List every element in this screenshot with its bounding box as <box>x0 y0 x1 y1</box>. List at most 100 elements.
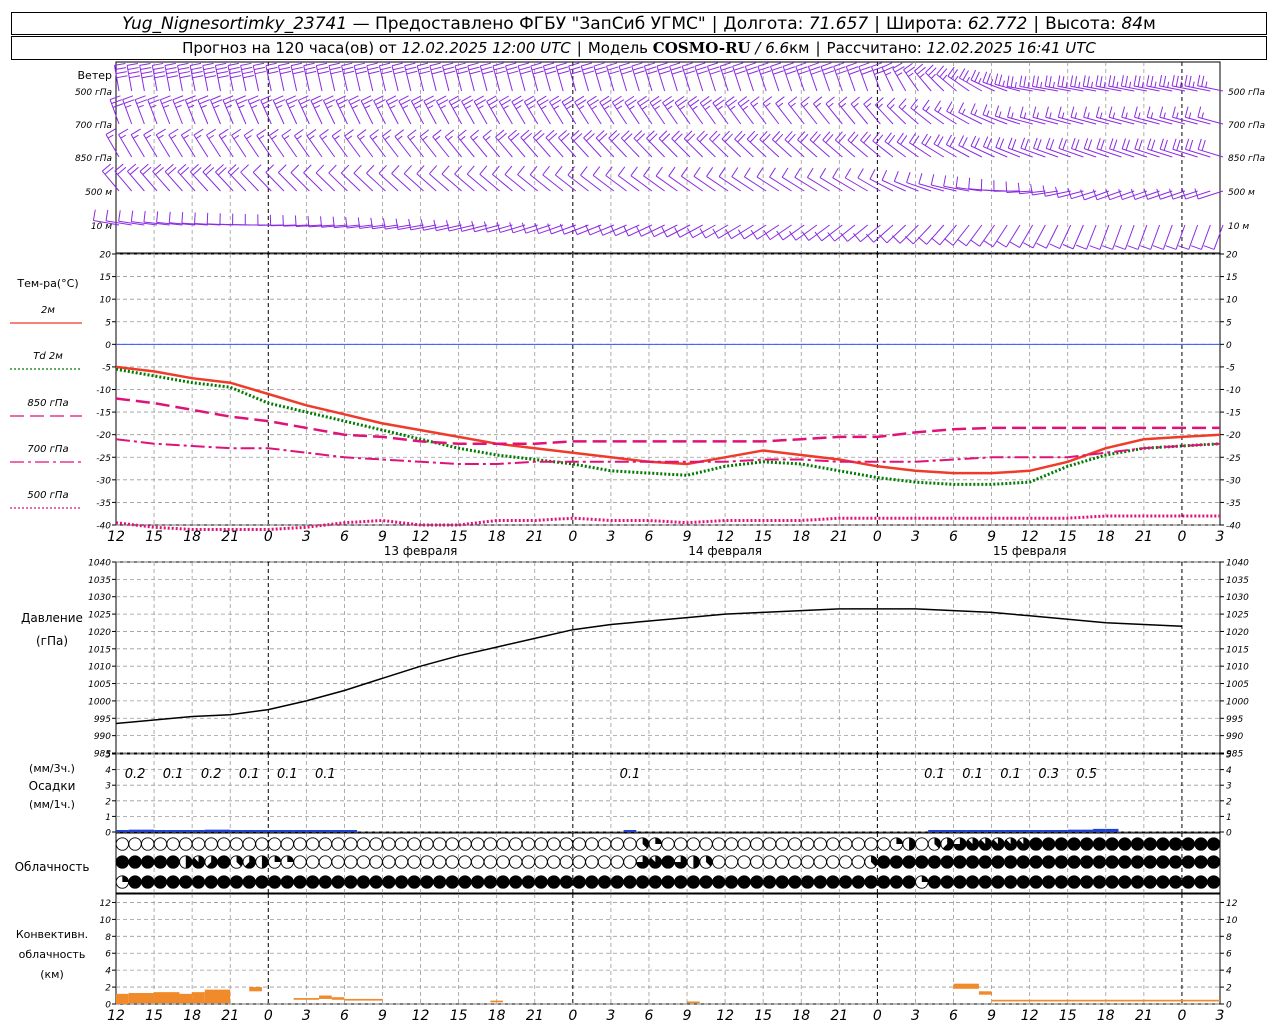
wind-barb <box>1152 224 1173 250</box>
wind-barb-flag <box>551 99 562 106</box>
wind-barb <box>1076 224 1097 250</box>
cloud-circle <box>1092 837 1107 851</box>
wind-barb-flag <box>986 73 991 84</box>
wind-barb-flag <box>425 99 436 106</box>
cloud-symbol <box>420 837 434 851</box>
wind-barb-flag <box>599 95 610 103</box>
cloud-symbol <box>369 875 383 889</box>
wind-barb-staff <box>872 140 894 158</box>
wind-barb-flag <box>303 62 315 67</box>
wind-barb-staff <box>344 135 361 158</box>
wind-barb <box>618 62 633 92</box>
wind-barb-flag <box>644 62 656 67</box>
wind-barb-flag <box>258 135 265 140</box>
wind-barb-flag <box>1163 75 1167 87</box>
wind-barb-flag <box>656 62 668 67</box>
cloud-symbol <box>547 837 561 851</box>
x-tick-label: 21 <box>526 529 544 545</box>
cloud-symbol <box>991 837 1005 851</box>
convective-bar <box>319 995 332 999</box>
wind-barb-flag <box>545 70 557 75</box>
precip-bar <box>128 829 142 832</box>
wind-barb-flag <box>747 70 759 75</box>
wind-barb-staff <box>881 67 894 92</box>
wind-barb-flag <box>543 62 555 67</box>
wind-barb-flag <box>278 164 287 173</box>
precip-bar <box>293 830 307 832</box>
cloud-symbol <box>826 837 840 851</box>
convective-bar <box>192 992 205 1004</box>
wind-barb-flag <box>866 103 872 108</box>
wind-barb-flag <box>756 167 764 178</box>
wind-barb-flag <box>759 66 770 71</box>
wind-barb-flag <box>883 66 895 72</box>
wind-barb <box>482 129 501 158</box>
wind-barb-flag <box>937 136 944 147</box>
legend-label: 850 гПа <box>27 398 68 409</box>
wind-barb-flag <box>945 134 952 145</box>
wind-barb-flag <box>998 111 1002 118</box>
wind-barb-flag <box>918 173 923 184</box>
wind-barb-flag <box>733 66 745 71</box>
wind-barb <box>479 62 494 92</box>
wind-barb-flag <box>493 66 505 71</box>
wind-barb-flag <box>961 108 966 115</box>
wind-barb-staff <box>444 136 463 158</box>
wind-barb-flag <box>168 211 171 223</box>
wind-barb-flag <box>1133 75 1137 87</box>
cloud-circle <box>471 837 485 851</box>
cloud-circle <box>597 875 612 889</box>
cloud-circle <box>1181 837 1195 851</box>
wind-barb-staff <box>114 170 133 192</box>
wind-barb-staff <box>1184 85 1211 92</box>
wind-barb-flag <box>593 62 605 67</box>
wind-barb-flag <box>1137 75 1141 87</box>
wind-barb <box>833 62 847 92</box>
wind-barb <box>348 95 361 125</box>
wind-barb <box>599 95 615 125</box>
y-tick-label: -30 <box>1226 476 1241 486</box>
wind-barb-flag <box>536 95 547 103</box>
wind-barb-staff <box>1032 85 1059 92</box>
wind-barb-flag <box>670 66 682 71</box>
cloud-circle <box>509 837 523 851</box>
wind-barb-flag <box>1005 181 1008 193</box>
cloud-symbol <box>648 875 662 889</box>
wind-barb-flag <box>130 210 134 222</box>
wind-barb-flag <box>825 96 835 105</box>
cloud-circle <box>712 837 726 851</box>
panel-label-precip: Осадки <box>29 779 76 793</box>
cloud-symbol <box>1067 875 1081 889</box>
wind-barb-flag <box>191 71 203 75</box>
wind-barb <box>947 66 970 92</box>
x-tick-label: 21 <box>1135 1008 1153 1024</box>
cloud-symbol <box>1029 875 1043 889</box>
wind-barb-flag <box>368 70 380 75</box>
cloud-symbol <box>1168 855 1183 869</box>
cloud-circle <box>737 837 751 851</box>
wind-barb-flag <box>1150 112 1154 119</box>
wind-barb-staff <box>385 100 399 125</box>
wind-barb-flag <box>671 70 683 75</box>
cloud-symbol <box>737 875 751 889</box>
wind-barb-staff <box>910 107 932 125</box>
wind-barb-flag <box>707 62 719 67</box>
cloud-circle <box>686 837 701 851</box>
wind-barb-staff <box>1032 116 1059 125</box>
x-tick-label: 6 <box>340 529 349 545</box>
wind-barb-staff <box>1134 148 1160 158</box>
wind-barb-flag <box>235 95 246 101</box>
cloud-circle <box>255 837 269 851</box>
wind-barb-flag <box>218 128 229 136</box>
cloud-symbol <box>839 875 853 889</box>
wind-barb-flag <box>555 62 567 67</box>
wind-barb <box>398 95 412 125</box>
wind-barb-staff <box>168 134 183 158</box>
wind-barb-flag <box>784 66 796 71</box>
wind-barb-flag <box>1125 139 1131 151</box>
y-tick-label: 1030 <box>1226 593 1249 603</box>
cloud-circle <box>851 855 865 869</box>
wind-barb <box>222 95 235 125</box>
precip-3h-label: 0.1 <box>620 767 641 782</box>
wind-barb <box>958 102 983 125</box>
